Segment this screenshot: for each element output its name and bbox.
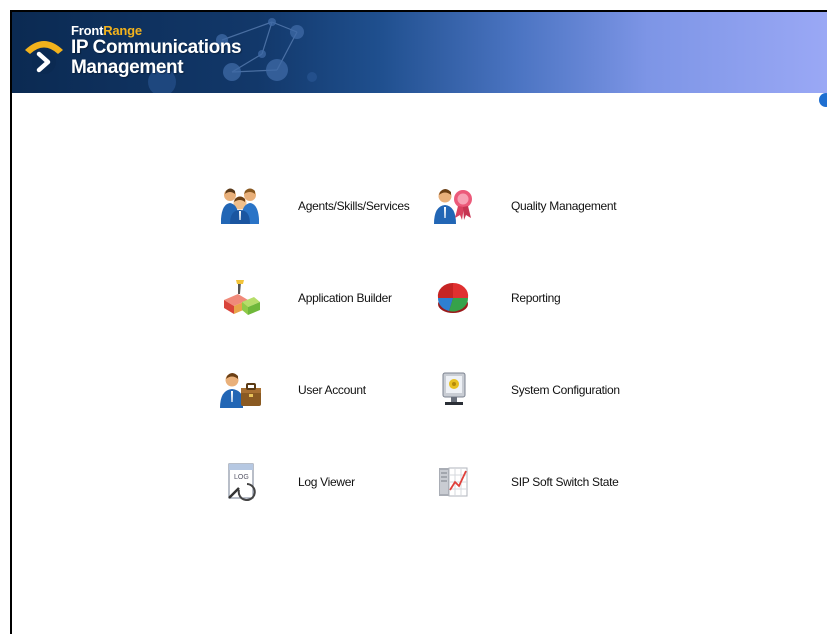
menu-item-agents[interactable]: Agents/Skills/Services [218,186,410,226]
menu-label-sip-state: SIP Soft Switch State [511,475,619,489]
svg-text:LOG: LOG [234,474,249,481]
brand-range: Range [103,23,142,38]
quality-award-icon [434,189,472,224]
menu-item-quality[interactable]: Quality Management [431,186,617,226]
agents-group-icon [221,188,259,224]
menu-label-log-viewer: Log Viewer [298,475,355,489]
brand-front: Front [71,23,104,38]
brand-title: FrontRange IP Communications Management [71,24,242,78]
menu-label-reporting: Reporting [511,291,561,305]
menu-item-log-viewer[interactable]: LOG Log Viewer [218,462,355,502]
switch-graph-icon [439,467,468,497]
application-builder-icon [224,280,260,315]
help-icon[interactable] [819,93,827,107]
menu-label-system-config: System Configuration [511,383,620,397]
header-banner: FrontRange IP Communications Management [12,12,827,93]
menu-item-app-builder[interactable]: Application Builder [218,278,392,318]
menu-label-agents: Agents/Skills/Services [298,199,410,213]
menu-item-reporting[interactable]: Reporting [431,278,561,318]
menu-item-sip-state[interactable]: SIP Soft Switch State [431,462,619,502]
product-title-line1: IP Communications [71,37,242,58]
menu-label-user-account: User Account [298,383,366,397]
frontrange-logo-icon [25,41,63,74]
menu-label-quality: Quality Management [511,199,617,213]
pie-chart-icon [437,282,469,313]
brand-name: FrontRange [71,24,241,37]
app-frame: FrontRange IP Communications Management … [10,10,827,634]
user-briefcase-icon [220,373,261,408]
product-title-line2: Management [71,57,184,78]
menu-item-user-account[interactable]: User Account [218,370,366,410]
monitor-config-icon [442,372,466,405]
menu-item-system-config[interactable]: System Configuration [431,370,620,410]
menu-label-app-builder: Application Builder [298,291,392,305]
log-document-icon: LOG [228,463,256,501]
